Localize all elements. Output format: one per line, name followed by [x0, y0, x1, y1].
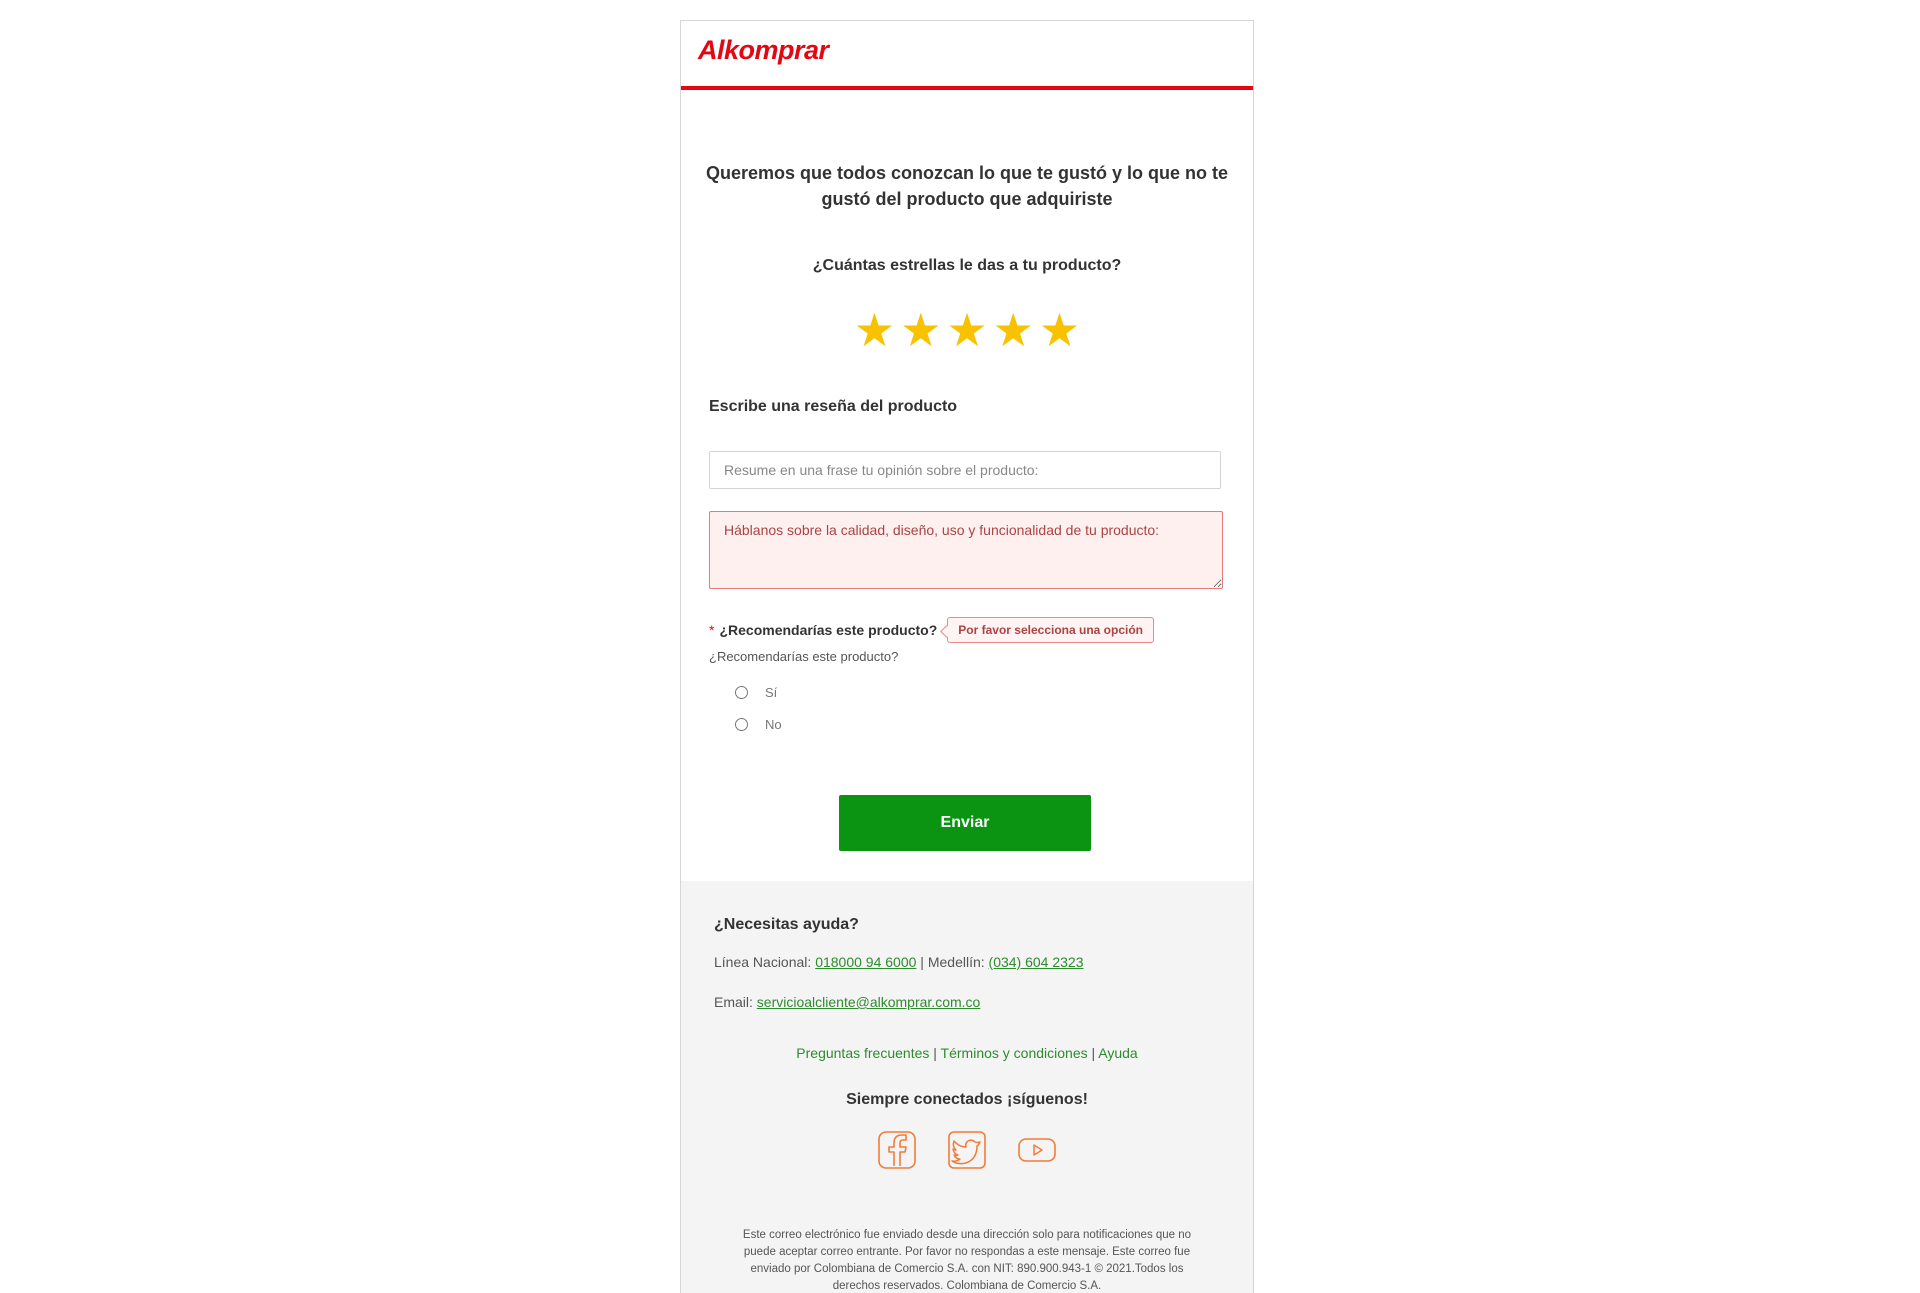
- national-phone-link[interactable]: 018000 94 6000: [815, 954, 916, 970]
- national-label: Línea Nacional:: [714, 954, 812, 970]
- recommend-row: * ¿Recomendarías este producto? Por favo…: [709, 617, 1154, 643]
- email-line: Email: servicioalcliente@alkomprar.com.c…: [714, 994, 980, 1010]
- stars-question: ¿Cuántas estrellas le das a tu producto?: [812, 257, 1122, 274]
- page-title: Queremos que todos conozcan lo que te gu…: [705, 163, 1229, 209]
- social-icons: [681, 1130, 1253, 1170]
- facebook-icon[interactable]: [877, 1130, 917, 1170]
- follow-heading: Siempre conectados ¡síguenos!: [846, 1091, 1088, 1108]
- legal-text: Este correo electrónico fue enviado desd…: [742, 1229, 1192, 1292]
- recommend-label: ¿Recomendarías este producto?: [719, 622, 938, 638]
- review-heading: Escribe una reseña del producto: [709, 398, 958, 415]
- required-mark: *: [709, 622, 715, 638]
- header: Alkomprar: [681, 21, 1253, 90]
- help-title: ¿Necesitas ayuda?: [714, 916, 859, 933]
- email-link[interactable]: servicioalcliente@alkomprar.com.co: [757, 994, 981, 1010]
- medellin-phone-link[interactable]: (034) 604 2323: [989, 954, 1084, 970]
- footer-links: Preguntas frecuentes | Términos y condic…: [681, 1045, 1253, 1061]
- alkomprar-logo[interactable]: Alkomprar: [698, 35, 829, 66]
- option-yes[interactable]: Sí: [735, 685, 777, 700]
- faq-link[interactable]: Preguntas frecuentes: [796, 1045, 929, 1061]
- star-4-icon[interactable]: ★: [993, 304, 1034, 356]
- help-link[interactable]: Ayuda: [1098, 1045, 1137, 1061]
- option-no-label[interactable]: No: [765, 717, 782, 732]
- phone-line: Línea Nacional: 018000 94 6000 | Medellí…: [714, 954, 1084, 970]
- star-5-icon[interactable]: ★: [1039, 304, 1080, 356]
- option-yes-label[interactable]: Sí: [765, 685, 777, 700]
- review-summary-input[interactable]: [709, 451, 1221, 489]
- radio-no[interactable]: [735, 718, 748, 731]
- separator: |: [1091, 1045, 1096, 1061]
- star-3-icon[interactable]: ★: [946, 304, 987, 356]
- separator: |: [933, 1045, 937, 1061]
- recommend-sub-label: ¿Recomendarías este producto?: [709, 649, 899, 664]
- star-1-icon[interactable]: ★: [854, 304, 895, 356]
- error-tooltip: Por favor selecciona una opción: [947, 617, 1154, 643]
- option-no[interactable]: No: [735, 717, 782, 732]
- youtube-icon[interactable]: [1017, 1130, 1057, 1170]
- submit-button[interactable]: Enviar: [839, 795, 1091, 851]
- separator: |: [920, 954, 924, 970]
- footer: ¿Necesitas ayuda? Línea Nacional: 018000…: [681, 881, 1253, 1293]
- star-rating[interactable]: ★ ★ ★ ★ ★: [681, 304, 1253, 356]
- email-card: Alkomprar Queremos que todos conozcan lo…: [680, 20, 1254, 1293]
- email-label: Email:: [714, 994, 753, 1010]
- star-2-icon[interactable]: ★: [900, 304, 941, 356]
- radio-yes[interactable]: [735, 686, 748, 699]
- twitter-icon[interactable]: [947, 1130, 987, 1170]
- medellin-label: Medellín:: [927, 954, 985, 970]
- terms-link[interactable]: Términos y condiciones: [941, 1045, 1088, 1061]
- review-detail-textarea[interactable]: [709, 511, 1223, 589]
